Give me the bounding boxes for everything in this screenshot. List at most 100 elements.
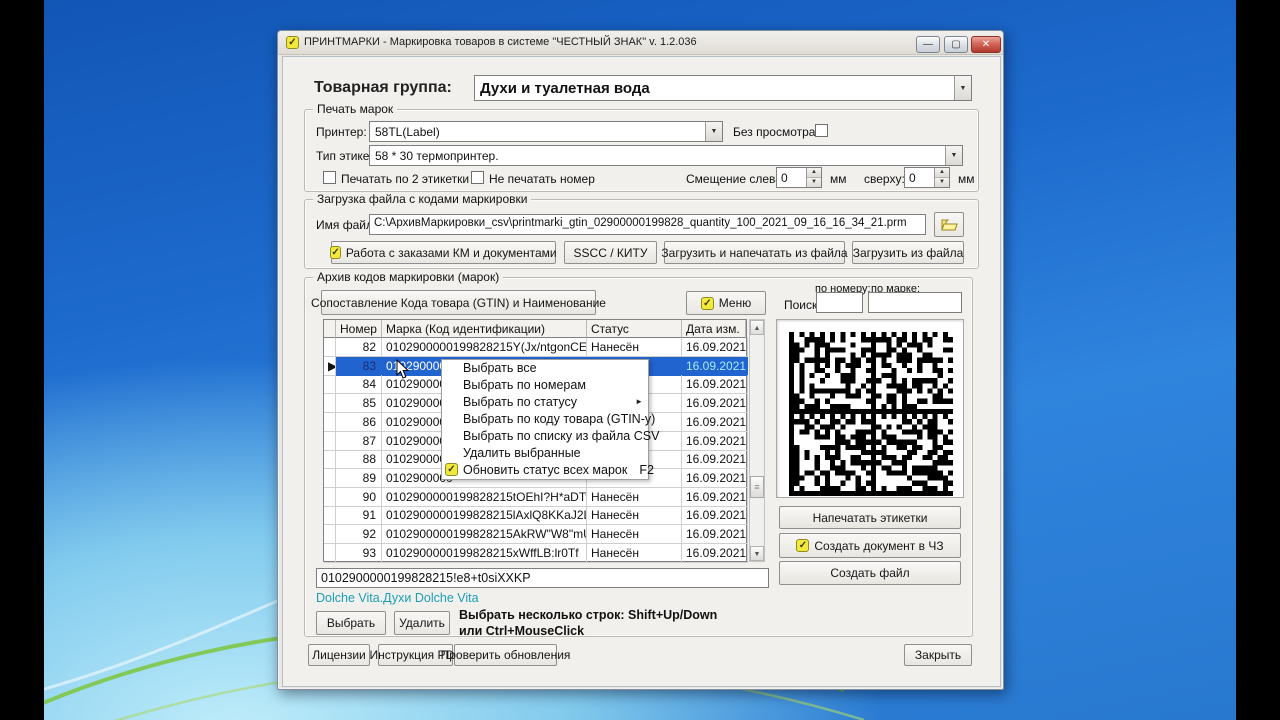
spin-up-icon[interactable]: ▲ xyxy=(935,168,949,178)
column-header[interactable]: Дата изм. xyxy=(682,320,746,338)
context-menu-item[interactable]: ✓ Обновить статус всех марок F2 xyxy=(442,462,654,479)
cell-number[interactable]: 82 xyxy=(336,338,382,357)
product-group-combo[interactable]: Духи и туалетная вода ▼ xyxy=(474,75,972,101)
check-updates-button[interactable]: Проверить обновления xyxy=(441,644,570,666)
row-marker[interactable] xyxy=(324,450,336,470)
row-marker[interactable] xyxy=(324,468,336,488)
context-menu-item[interactable]: Выбрать по статусу ► xyxy=(442,394,648,411)
licenses-button[interactable]: Лицензии xyxy=(308,644,370,666)
row-marker[interactable] xyxy=(324,431,336,451)
cell-status[interactable]: Нанесён xyxy=(587,487,682,507)
km-orders-button[interactable]: ✓ Работа с заказами КМ и документами xyxy=(330,241,557,264)
cell-date[interactable]: 16.09.2021 xyxy=(682,394,748,414)
row-marker[interactable] xyxy=(324,506,336,526)
browse-file-button[interactable] xyxy=(934,212,964,237)
printer-combo[interactable]: 58TL(Label) ▼ xyxy=(369,121,723,142)
cell-date[interactable]: 16.09.2021 xyxy=(682,375,748,395)
chevron-down-icon[interactable]: ▼ xyxy=(945,146,962,165)
cell-number[interactable]: 91 xyxy=(336,506,382,526)
cell-number[interactable]: 83 xyxy=(336,356,382,376)
label-type-combo[interactable]: 58 * 30 термопринтер. ▼ xyxy=(369,145,963,166)
chevron-down-icon[interactable]: ▼ xyxy=(954,76,971,100)
cell-code[interactable]: 0102900000199828215AkRW"W8"mUkF xyxy=(382,525,587,544)
cell-number[interactable]: 89 xyxy=(336,468,382,488)
cell-number[interactable]: 87 xyxy=(336,431,382,451)
scroll-up-icon[interactable]: ▲ xyxy=(750,320,764,335)
load-from-file-button[interactable]: Загрузить из файла xyxy=(852,241,964,264)
offset-top-stepper[interactable]: 0 ▲ ▼ xyxy=(904,167,950,188)
title-bar[interactable]: ✓ ПРИНТМАРКИ - Маркировка товаров в сист… xyxy=(278,31,1003,55)
cell-date[interactable]: 16.09.2021 xyxy=(682,450,748,470)
context-menu-item[interactable]: Выбрать все xyxy=(442,360,648,377)
cell-code[interactable]: 0102900000199828215xWffLB:lr0Tf xyxy=(382,543,587,563)
menu-button[interactable]: ✓ Меню xyxy=(686,291,766,315)
cell-code[interactable]: 0102900000199828215tOEhI?H*aDTw xyxy=(382,487,587,507)
cell-status[interactable]: Нанесён xyxy=(587,525,682,544)
create-doc-button[interactable]: ✓ Создать документ в ЧЗ xyxy=(779,533,961,558)
offset-left-stepper[interactable]: 0 ▲ ▼ xyxy=(776,167,822,188)
column-header[interactable]: Номер xyxy=(336,320,382,338)
column-header[interactable]: Марка (Код идентификации) xyxy=(382,320,587,338)
product-name-link[interactable]: Dolche Vita.Духи Dolche Vita xyxy=(316,591,479,605)
context-menu-item[interactable]: Выбрать по номерам xyxy=(442,377,648,394)
row-marker[interactable] xyxy=(324,525,336,544)
context-menu-item[interactable]: Выбрать по списку из файла CSV xyxy=(442,428,659,445)
row-marker[interactable] xyxy=(324,543,336,563)
no-preview-checkbox[interactable] xyxy=(815,124,828,137)
close-window-button[interactable]: ✕ xyxy=(971,36,1001,53)
cell-date[interactable]: 16.09.2021 xyxy=(682,543,748,563)
row-marker[interactable]: ▶ xyxy=(324,356,336,376)
search-by-mark-input[interactable] xyxy=(868,292,962,313)
context-menu-item[interactable]: Выбрать по коду товара (GTIN-у) xyxy=(442,411,655,428)
search-by-number-input[interactable] xyxy=(816,292,863,313)
close-button[interactable]: Закрыть xyxy=(904,644,972,666)
cell-date[interactable]: 16.09.2021 xyxy=(682,338,748,357)
cell-date[interactable]: 16.09.2021 xyxy=(682,468,748,488)
load-and-print-button[interactable]: Загрузить и напечатать из файла xyxy=(661,241,848,264)
table-scrollbar[interactable]: ▲ ▼ xyxy=(749,319,765,562)
cell-number[interactable]: 88 xyxy=(336,450,382,470)
create-file-button[interactable]: Создать файл xyxy=(779,561,961,585)
scrollbar-thumb[interactable] xyxy=(750,476,764,498)
delete-button[interactable]: Удалить xyxy=(394,611,450,635)
two-labels-checkbox[interactable] xyxy=(323,171,336,184)
selected-code-field[interactable]: 0102900000199828215!e8+t0siXXKP xyxy=(316,568,769,588)
spin-up-icon[interactable]: ▲ xyxy=(807,168,821,178)
cell-number[interactable]: 84 xyxy=(336,375,382,395)
cell-date[interactable]: 16.09.2021 xyxy=(682,431,748,451)
cell-date[interactable]: 16.09.2021 xyxy=(682,412,748,432)
cell-date[interactable]: 16.09.2021 xyxy=(682,356,748,376)
cell-number[interactable]: 85 xyxy=(336,394,382,414)
gtin-mapping-button[interactable]: Сопоставление Кода товара (GTIN) и Наиме… xyxy=(311,290,606,315)
row-marker[interactable] xyxy=(324,375,336,395)
row-marker[interactable] xyxy=(324,412,336,432)
cell-code[interactable]: 0102900000199828215Y(Jx/ntgonCE xyxy=(382,338,587,357)
cell-status[interactable]: Нанесён xyxy=(587,543,682,563)
cell-number[interactable]: 90 xyxy=(336,487,382,507)
scroll-down-icon[interactable]: ▼ xyxy=(750,546,764,561)
cell-status[interactable]: Нанесён xyxy=(587,506,682,526)
context-menu-item[interactable]: Удалить выбранные xyxy=(442,445,648,462)
cell-date[interactable]: 16.09.2021 xyxy=(682,487,748,507)
select-button[interactable]: Выбрать xyxy=(316,611,386,635)
chevron-down-icon[interactable]: ▼ xyxy=(705,122,722,141)
cell-status[interactable]: Нанесён xyxy=(587,338,682,357)
spin-down-icon[interactable]: ▼ xyxy=(935,178,949,187)
column-header[interactable] xyxy=(324,320,336,338)
minimize-button[interactable]: — xyxy=(916,36,940,53)
print-labels-button[interactable]: Напечатать этикетки xyxy=(779,506,961,529)
row-marker[interactable] xyxy=(324,394,336,414)
cell-code[interactable]: 0102900000199828215lAxlQ8KKaJ2L xyxy=(382,506,587,526)
filename-input[interactable]: C:\АрхивМаркировки_csv\printmarki_gtin_0… xyxy=(369,214,926,235)
cell-number[interactable]: 92 xyxy=(336,525,382,544)
no-number-checkbox[interactable] xyxy=(471,171,484,184)
cell-number[interactable]: 86 xyxy=(336,412,382,432)
spin-down-icon[interactable]: ▼ xyxy=(807,178,821,187)
cell-date[interactable]: 16.09.2021 xyxy=(682,525,748,544)
row-marker[interactable] xyxy=(324,338,336,357)
sscc-kitu-button[interactable]: SSCC / КИТУ xyxy=(564,241,657,264)
column-header[interactable]: Статус xyxy=(587,320,682,338)
row-marker[interactable] xyxy=(324,487,336,507)
maximize-button[interactable]: ▢ xyxy=(944,36,968,53)
cell-number[interactable]: 93 xyxy=(336,543,382,563)
